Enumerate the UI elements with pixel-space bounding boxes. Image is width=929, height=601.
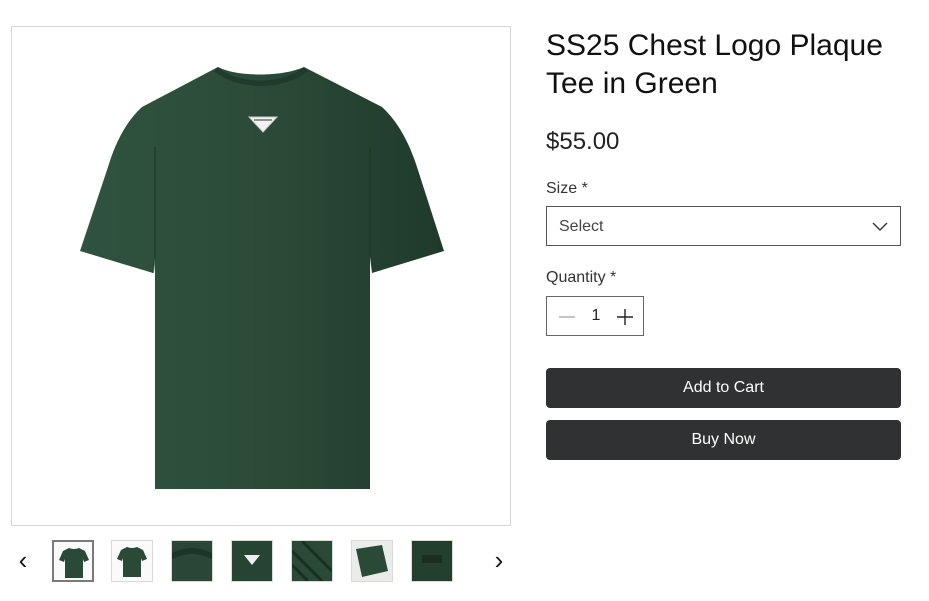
product-title: SS25 Chest Logo Plaque Tee in Green [546,29,883,100]
size-label: Size * [546,180,588,197]
thumbnail-strip: ‹ › [11,538,511,584]
thumbnail-6[interactable] [351,540,393,582]
add-to-cart-button[interactable]: Add to Cart [546,368,901,408]
thumbnail-1[interactable] [52,540,94,582]
buy-now-button[interactable]: Buy Now [546,420,901,460]
chevron-left-icon[interactable]: ‹ [11,542,35,578]
chevron-right-icon[interactable]: › [487,542,511,578]
tshirt-image [80,67,444,489]
size-select-value: Select [559,218,604,235]
quantity-value[interactable]: 1 [587,307,605,325]
main-product-image[interactable] [11,26,511,526]
thumbnail-2[interactable] [111,540,153,582]
chevron-down-icon [872,222,888,231]
thumbnail-4[interactable] [231,540,273,582]
thumbnail-7[interactable] [411,540,453,582]
quantity-stepper: 1 [546,296,644,336]
minus-icon[interactable] [557,309,577,325]
size-select[interactable]: Select [546,206,901,246]
plus-icon[interactable] [615,307,635,327]
quantity-label: Quantity * [546,269,617,286]
thumbnail-5[interactable] [291,540,333,582]
product-price: $55.00 [546,128,620,155]
thumbnail-3[interactable] [171,540,213,582]
